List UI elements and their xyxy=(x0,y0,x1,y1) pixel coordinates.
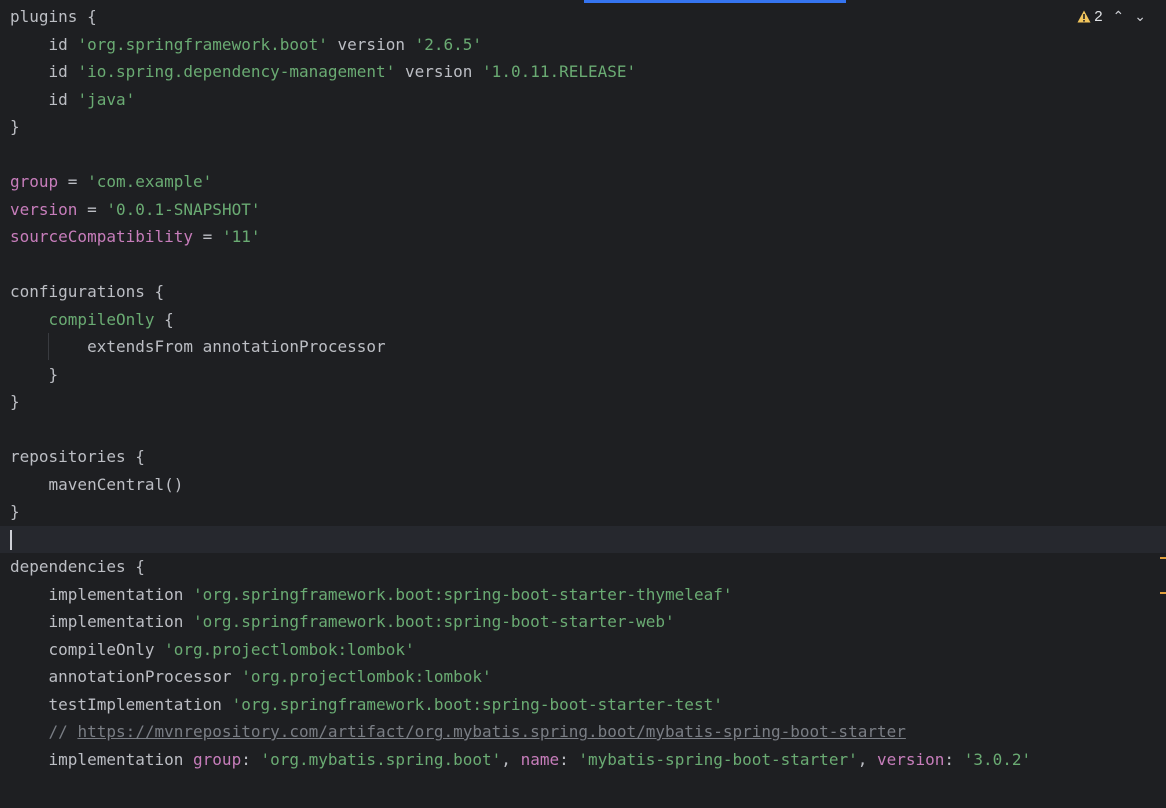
code-line: } xyxy=(10,502,20,521)
code-line: repositories { xyxy=(10,447,145,466)
code-line: } xyxy=(10,392,20,411)
code-line: } xyxy=(10,117,20,136)
code-line: mavenCentral() xyxy=(48,474,184,494)
code-line: sourceCompatibility = '11' xyxy=(10,227,261,246)
repository-link[interactable]: https://mvnrepository.com/artifact/org.m… xyxy=(77,722,905,741)
code-line: testImplementation 'org.springframework.… xyxy=(48,694,723,714)
code-line: extendsFrom annotationProcessor xyxy=(87,337,386,356)
text-caret xyxy=(10,530,12,550)
code-line: compileOnly { xyxy=(48,309,174,329)
code-line: group = 'com.example' xyxy=(10,172,213,191)
code-lines: plugins { id 'org.springframework.boot' … xyxy=(0,3,1166,773)
code-line: dependencies { xyxy=(10,557,145,576)
code-line: plugins { xyxy=(10,7,97,26)
code-line: implementation 'org.springframework.boot… xyxy=(48,584,733,604)
code-line: // https://mvnrepository.com/artifact/or… xyxy=(48,722,906,741)
code-line: id 'java' xyxy=(48,89,136,109)
code-line: version = '0.0.1-SNAPSHOT' xyxy=(10,199,261,219)
code-line: configurations { xyxy=(10,282,165,301)
code-line: id 'org.springframework.boot' version '2… xyxy=(48,34,483,54)
code-line: annotationProcessor 'org.projectlombok:l… xyxy=(48,667,492,686)
code-line: compileOnly 'org.projectlombok:lombok' xyxy=(48,639,415,659)
code-editor[interactable]: 2 ⌃ ⌄ plugins { id 'org.springframework.… xyxy=(0,0,1166,808)
code-line: implementation group: 'org.mybatis.sprin… xyxy=(48,749,1032,769)
code-line: } xyxy=(10,364,59,384)
current-line[interactable] xyxy=(0,525,1166,553)
code-line: implementation 'org.springframework.boot… xyxy=(48,612,675,631)
code-line: id 'io.spring.dependency-management' ver… xyxy=(48,62,637,81)
